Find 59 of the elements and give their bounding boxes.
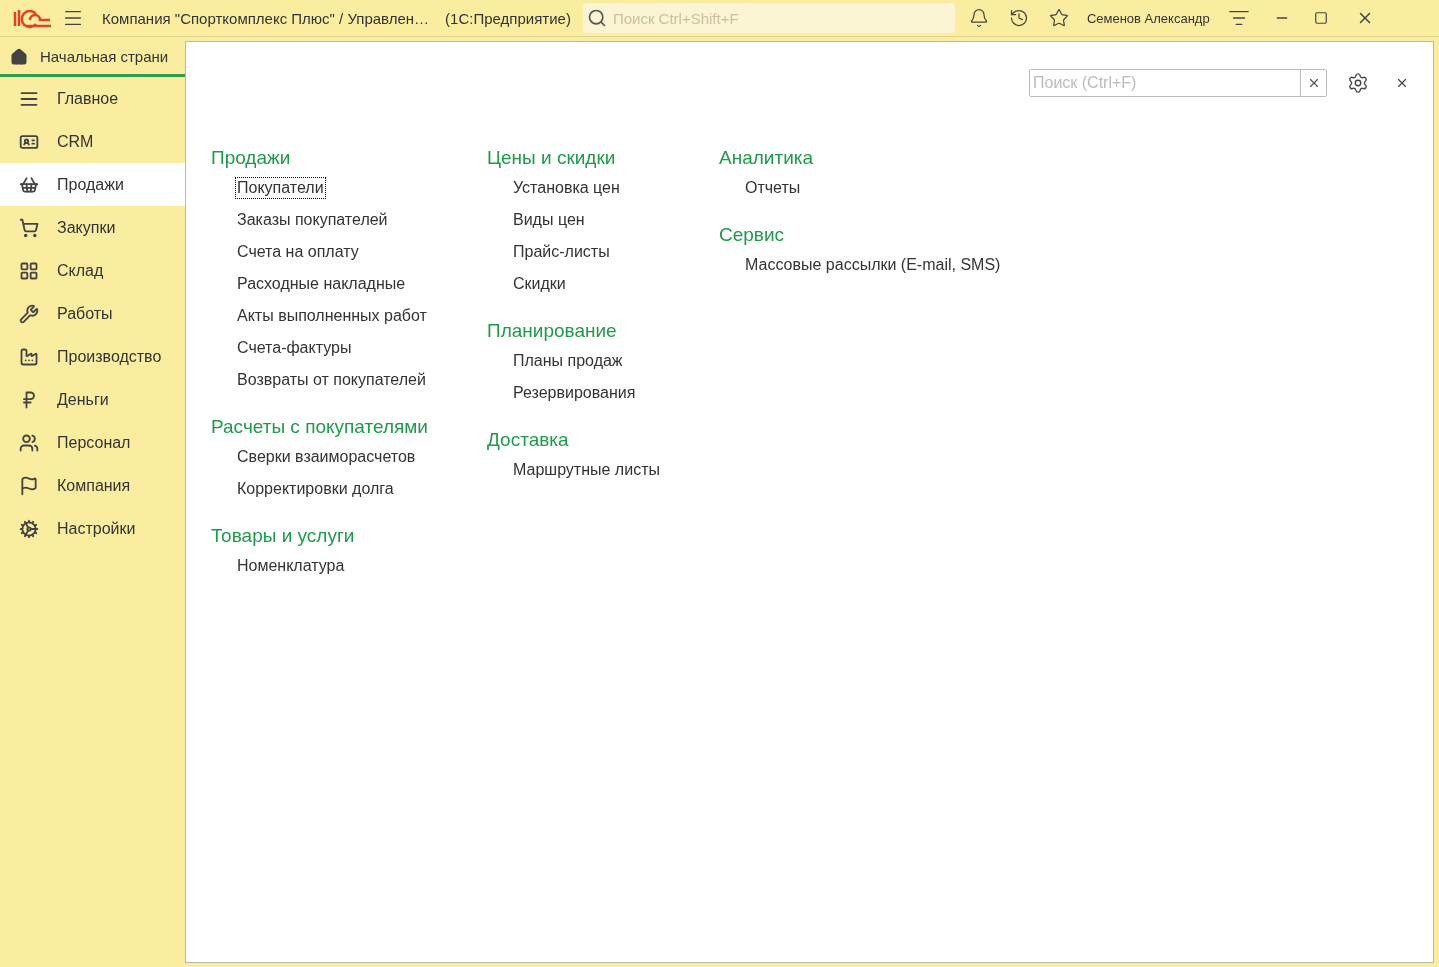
section-link[interactable]: Установка цен bbox=[511, 177, 622, 199]
sidebar-item[interactable]: Производство bbox=[0, 335, 185, 378]
section-heading: Сервис bbox=[719, 224, 785, 246]
people-icon bbox=[19, 432, 39, 453]
section-link[interactable]: Корректировки долга bbox=[235, 478, 396, 500]
section-link[interactable]: Возвраты от покупателей bbox=[235, 369, 428, 391]
history-icon[interactable] bbox=[1008, 8, 1029, 28]
close-icon[interactable] bbox=[1395, 76, 1409, 90]
user-name[interactable]: Семенов Александр bbox=[1086, 10, 1210, 26]
sidebar-item[interactable]: Деньги bbox=[0, 378, 185, 421]
wrench-icon bbox=[19, 303, 39, 324]
section-link[interactable]: Отчеты bbox=[743, 177, 803, 199]
factory-icon bbox=[19, 346, 39, 367]
section-link[interactable]: Скидки bbox=[511, 273, 568, 295]
cart-icon bbox=[19, 217, 39, 238]
section-link[interactable]: Сверки взаиморасчетов bbox=[235, 446, 418, 468]
section-link[interactable]: Виды цен bbox=[511, 209, 587, 231]
section-link[interactable]: Счета-фактуры bbox=[235, 337, 354, 359]
section-link[interactable]: Резервирования bbox=[511, 382, 638, 404]
section-link[interactable]: Массовые рассылки (E-mail, SMS) bbox=[743, 254, 1003, 276]
settings-icon[interactable] bbox=[1347, 72, 1369, 94]
clear-button[interactable] bbox=[1300, 70, 1326, 96]
section-link[interactable]: Прайс-листы bbox=[511, 241, 612, 263]
bell-icon[interactable] bbox=[968, 8, 989, 28]
window-title: Компания "Спорткомплекс Плюс" / Управлен… bbox=[102, 9, 430, 27]
home-icon bbox=[10, 47, 28, 66]
basket-icon bbox=[19, 174, 39, 195]
section-heading: Доставка bbox=[487, 429, 569, 451]
section-link[interactable]: Расходные накладные bbox=[235, 273, 408, 295]
grid-icon bbox=[19, 260, 39, 281]
section-heading: Планирование bbox=[487, 320, 617, 342]
sidebar-item[interactable]: Настройки bbox=[0, 507, 185, 550]
gear-icon bbox=[19, 518, 39, 539]
sidebar-item[interactable]: CRM bbox=[0, 120, 185, 163]
section-link[interactable]: Покупатели bbox=[235, 177, 326, 199]
maximize-icon[interactable] bbox=[1313, 11, 1328, 25]
section-link[interactable]: Планы продаж bbox=[511, 350, 625, 372]
sidebar-item[interactable]: Главное bbox=[0, 77, 185, 120]
section-heading: Цены и скидки bbox=[487, 147, 616, 169]
sidebar-item[interactable]: Компания bbox=[0, 464, 185, 507]
search-icon[interactable] bbox=[586, 8, 607, 28]
section-link[interactable]: Акты выполненных работ bbox=[235, 305, 429, 327]
app-name: (1С:Предприятие) bbox=[445, 9, 571, 27]
section-heading: Продажи bbox=[211, 147, 291, 169]
section-link[interactable]: Маршрутные листы bbox=[511, 459, 662, 481]
search-box[interactable]: Поиск (Ctrl+F) bbox=[1029, 69, 1327, 97]
section-link[interactable]: Номенклатура bbox=[235, 555, 347, 577]
sidebar-item[interactable]: Продажи bbox=[0, 163, 185, 206]
sidebar-item[interactable]: Работы bbox=[0, 292, 185, 335]
section-link[interactable]: Счета на оплату bbox=[235, 241, 361, 263]
section-heading: Аналитика bbox=[719, 147, 814, 169]
section-heading: Расчеты с покупателями bbox=[211, 416, 428, 438]
sidebar-item[interactable]: Склад bbox=[0, 249, 185, 292]
section-link[interactable]: Заказы покупателей bbox=[235, 209, 390, 231]
section-heading: Товары и услуги bbox=[211, 525, 355, 547]
star-icon[interactable] bbox=[1048, 8, 1069, 28]
flag-icon bbox=[19, 475, 39, 496]
sidebar-item[interactable]: Персонал bbox=[0, 421, 185, 464]
sidebar-item[interactable]: Закупки bbox=[0, 206, 185, 249]
